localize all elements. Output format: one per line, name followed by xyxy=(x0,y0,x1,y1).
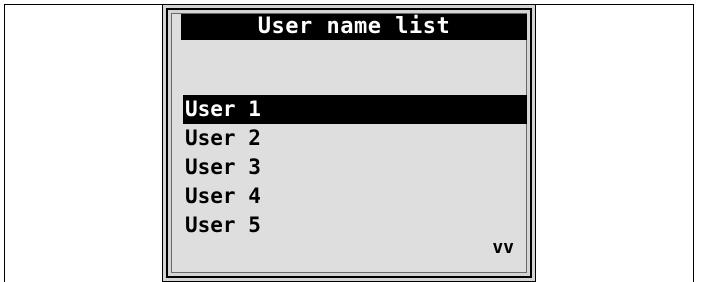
user-list-item-5[interactable]: User 5 xyxy=(183,211,527,240)
lcd-display: User name list User 1 User 2 User 3 User… xyxy=(162,4,536,282)
screen-title: User name list xyxy=(181,14,527,40)
user-list-item-1[interactable]: User 1 xyxy=(183,95,527,124)
scroll-down-indicator: vv xyxy=(492,237,514,258)
user-list-item-4[interactable]: User 4 xyxy=(183,182,527,211)
lcd-screen: User name list User 1 User 2 User 3 User… xyxy=(171,13,527,273)
user-list-item-3[interactable]: User 3 xyxy=(183,153,527,182)
user-list: User 1 User 2 User 3 User 4 User 5 xyxy=(183,95,527,240)
user-list-item-2[interactable]: User 2 xyxy=(183,124,527,153)
lcd-bezel-inner-border: User name list User 1 User 2 User 3 User… xyxy=(166,8,532,278)
